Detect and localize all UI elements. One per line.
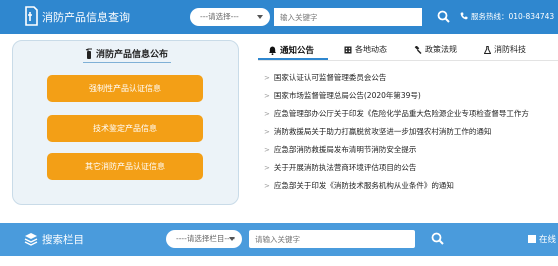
search-icon[interactable]: [436, 9, 452, 25]
bell-icon: [268, 46, 277, 55]
other-cert-button[interactable]: 其它消防产品认证信息: [47, 153, 203, 180]
checkbox-icon: [528, 235, 536, 243]
chevron-right-icon: >: [264, 164, 270, 172]
category-select-value: ---请选择---: [200, 12, 239, 21]
top-header-bar: 消防产品信息查询 ---请选择--- 服务热线：010-834743: [0, 0, 558, 34]
category-select[interactable]: ---请选择---: [190, 8, 270, 26]
fire-extinguisher-icon: [85, 48, 92, 59]
tab-fire-tech-label: 消防科技: [494, 45, 526, 54]
news-item[interactable]: > 国家市场监督管理总局公告(2020年第39号): [264, 90, 421, 101]
phone-icon: [460, 12, 468, 20]
news-item-text: 消防救援局关于助力打赢脱贫攻坚进一步加强农村消防工作的通知: [273, 127, 492, 136]
news-item[interactable]: > 应急部关于印发《消防技术服务机构从业条件》的通知: [264, 180, 454, 191]
news-item-text: 国家认证认可监督管理委员会公告: [273, 73, 387, 82]
news-item-text: 国家市场监督管理总局公告(2020年第39号): [273, 91, 421, 100]
news-item-text: 关于开展消防执法营商环境评估项目的公告: [273, 163, 417, 172]
chevron-right-icon: >: [264, 92, 270, 100]
gavel-icon: [414, 46, 422, 54]
chevron-right-icon: >: [264, 146, 270, 154]
tab-divider: [258, 60, 558, 61]
chevron-down-icon: [229, 237, 235, 241]
panel-title: 消防产品信息公布: [13, 47, 240, 60]
tech-appraisal-button[interactable]: 技术鉴定产品信息: [47, 115, 203, 142]
title-underline: [83, 62, 171, 63]
search-icon[interactable]: [430, 231, 446, 247]
tab-local-news-label: 各地动态: [355, 45, 387, 54]
panel-title-text: 消防产品信息公布: [95, 50, 168, 60]
news-item-text: 应急部消防救援局发布清明节消防安全提示: [273, 145, 417, 154]
service-hotline: 服务热线：010-834743: [460, 11, 554, 22]
column-select-value: ----请选择栏目----: [176, 234, 236, 243]
building-icon: [344, 46, 352, 54]
tab-fire-tech[interactable]: 消防科技: [484, 44, 526, 55]
app-title: 消防产品信息查询: [42, 11, 130, 24]
keyword-search-input[interactable]: [274, 8, 422, 26]
layers-icon: [24, 233, 38, 246]
search-bar-title: 搜索栏目: [42, 234, 84, 246]
tab-notices-label: 通知公告: [280, 46, 315, 56]
compulsory-cert-button[interactable]: 强制性产品认证信息: [47, 75, 203, 102]
online-label: 在线: [539, 235, 557, 245]
chevron-right-icon: >: [264, 182, 270, 190]
document-logo-icon: [25, 6, 38, 26]
tab-notices[interactable]: 通知公告: [268, 44, 314, 56]
active-tab-indicator: [258, 58, 328, 60]
product-info-panel: 消防产品信息公布 强制性产品认证信息 技术鉴定产品信息 其它消防产品认证信息: [12, 40, 239, 205]
chevron-right-icon: >: [264, 128, 270, 136]
column-select[interactable]: ----请选择栏目----: [166, 230, 242, 248]
news-item[interactable]: > 关于开展消防执法营商环境评估项目的公告: [264, 162, 416, 173]
column-keyword-input[interactable]: [249, 230, 415, 248]
tab-policy-label: 政策法规: [425, 45, 457, 54]
online-service-link[interactable]: 在线: [528, 233, 556, 245]
chevron-right-icon: >: [264, 74, 270, 82]
news-item-text: 应急管理部办公厅关于印发《危险化学品重大危险源企业专项检查督导工作方: [273, 109, 529, 118]
tab-policy[interactable]: 政策法规: [414, 44, 457, 55]
column-search-bar: 搜索栏目 ----请选择栏目---- 在线: [0, 223, 558, 256]
tab-local-news[interactable]: 各地动态: [344, 44, 387, 55]
news-item[interactable]: > 国家认证认可监督管理委员会公告: [264, 72, 386, 83]
news-item[interactable]: > 应急管理部办公厅关于印发《危险化学品重大危险源企业专项检查督导工作方: [264, 108, 529, 119]
hotline-text: 服务热线：010-834743: [471, 12, 555, 21]
news-item-text: 应急部关于印发《消防技术服务机构从业条件》的通知: [273, 181, 454, 190]
news-item[interactable]: > 应急部消防救援局发布清明节消防安全提示: [264, 144, 416, 155]
news-item[interactable]: > 消防救援局关于助力打赢脱贫攻坚进一步加强农村消防工作的通知: [264, 126, 491, 137]
flask-icon: [484, 46, 491, 54]
chevron-down-icon: [257, 15, 263, 19]
chevron-right-icon: >: [264, 110, 270, 118]
